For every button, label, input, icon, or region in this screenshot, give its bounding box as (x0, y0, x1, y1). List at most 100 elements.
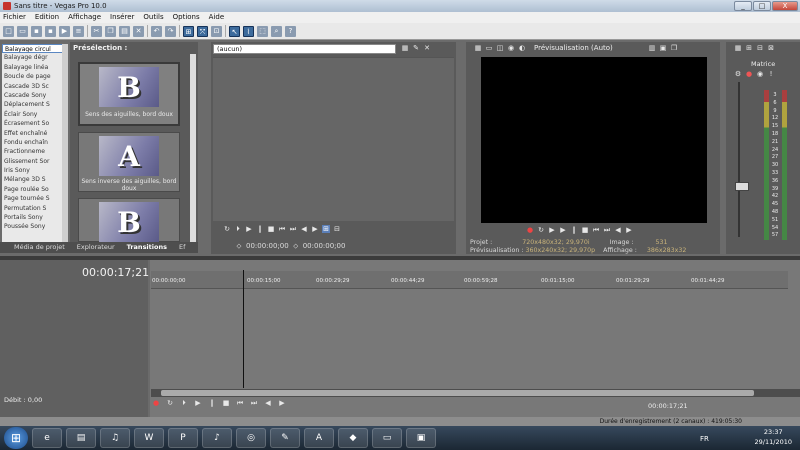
preset-thumbnail[interactable]: B Sens des aiguilles, bord doux (78, 62, 180, 126)
open-icon[interactable]: ▭ (17, 25, 28, 37)
list-item[interactable]: Fondu enchaîn (2, 138, 65, 147)
timeline-scrollbar[interactable] (151, 389, 800, 397)
normal-edit-icon[interactable]: ↖ (229, 25, 240, 37)
menu-fichier[interactable]: Fichier (3, 12, 26, 23)
media-icon[interactable]: ♫ (100, 428, 130, 448)
stop-icon[interactable]: ■ (222, 399, 230, 407)
go-start-icon[interactable]: ⏮ (592, 226, 600, 234)
stop-icon[interactable]: ■ (267, 225, 275, 233)
add-to-timeline-icon[interactable]: ⊞ (322, 225, 330, 233)
copy-icon[interactable]: ❐ (105, 25, 116, 37)
selection-edit-icon[interactable]: ⬚ (257, 25, 268, 37)
tab-explorateur[interactable]: Explorateur (77, 242, 115, 253)
play-icon[interactable]: ▶ (194, 399, 202, 407)
list-item[interactable]: Cascade Sony (2, 91, 65, 100)
list-item[interactable]: Balayage dégr (2, 53, 65, 62)
preset-thumbnail[interactable]: B (78, 198, 180, 242)
master-settings-icon[interactable]: ⚙ (734, 70, 742, 78)
play-icon[interactable]: ▶ (245, 225, 253, 233)
rewind-icon[interactable]: ◀ (300, 225, 308, 233)
prev-frame-icon[interactable]: ◀ (614, 226, 622, 234)
menu-edition[interactable]: Edition (35, 12, 59, 23)
render-icon[interactable]: ▶ (59, 25, 70, 37)
clock[interactable]: 23:37 29/11/2010 (755, 427, 792, 447)
cut-icon[interactable]: ✂ (91, 25, 102, 37)
master-record-icon[interactable]: ● (745, 70, 753, 78)
vegas-icon[interactable]: ▣ (406, 428, 436, 448)
menu-inserer[interactable]: Insérer (110, 12, 134, 23)
preselection-scrollbar[interactable] (190, 54, 196, 242)
timeline-ruler[interactable]: 00:00:00;00 00:00:15;00 00:00:29;29 00:0… (151, 271, 788, 289)
delete-icon[interactable]: ✕ (133, 25, 144, 37)
timeline-scroll-thumb[interactable] (161, 390, 754, 396)
itunes-icon[interactable]: ♪ (202, 428, 232, 448)
pause-icon[interactable]: ‖ (256, 225, 264, 233)
list-item[interactable]: Glissement Sor (2, 157, 65, 166)
menu-options[interactable]: Options (173, 12, 200, 23)
preview-view-icon[interactable]: ▥ (648, 44, 656, 52)
master-monitor-icon[interactable]: ◉ (756, 70, 764, 78)
record-icon[interactable]: ● (526, 226, 534, 234)
stop-icon[interactable]: ■ (581, 226, 589, 234)
list-item[interactable]: Permutation S (2, 204, 65, 213)
next-frame-icon[interactable]: ⏭ (289, 225, 297, 233)
properties-icon[interactable]: ≡ (73, 25, 84, 37)
folder-icon[interactable]: ▭ (372, 428, 402, 448)
master-fx-icon[interactable]: ⊞ (745, 44, 753, 52)
record-icon[interactable]: ● (152, 399, 160, 407)
tab-transitions[interactable]: Transitions (127, 242, 167, 253)
prev-frame-icon[interactable]: ⏮ (278, 225, 286, 233)
acrobat-icon[interactable]: A (304, 428, 334, 448)
word-icon[interactable]: W (134, 428, 164, 448)
go-end-icon[interactable]: ⏭ (603, 226, 611, 234)
list-item[interactable]: Cascade 3D Sc (2, 82, 65, 91)
go-end-icon[interactable]: ⏭ (250, 399, 258, 407)
chrome-icon[interactable]: ◎ (236, 428, 266, 448)
trimmer-area[interactable] (213, 57, 454, 221)
menu-outils[interactable]: Outils (143, 12, 163, 23)
mark-out-icon[interactable]: ⬦ (292, 242, 300, 250)
play-alt-icon[interactable]: ▶ (559, 226, 567, 234)
tab-effets[interactable]: Ef (179, 242, 185, 253)
ie-icon[interactable]: e (32, 428, 62, 448)
master-fader-knob[interactable] (735, 182, 749, 191)
unknown-icon[interactable]: ◆ (338, 428, 368, 448)
help-icon[interactable]: ? (285, 25, 296, 37)
auto-ripple-icon[interactable]: ⤧ (197, 25, 208, 37)
trimmer-tools-icon[interactable]: ✎ (412, 44, 420, 52)
master-info-icon[interactable]: ! (767, 70, 775, 78)
paint-icon[interactable]: ✎ (270, 428, 300, 448)
preview-split-icon[interactable]: ◫ (496, 44, 504, 52)
menu-affichage[interactable]: Affichage (68, 12, 101, 23)
list-item[interactable]: Fractionneme (2, 147, 65, 156)
master-mute-icon[interactable]: ⊟ (756, 44, 764, 52)
save-as-icon[interactable]: ▪ (45, 25, 56, 37)
trimmer-properties-icon[interactable]: ▦ (401, 44, 409, 52)
loop-icon[interactable]: ↻ (537, 226, 545, 234)
master-solo-icon[interactable]: ⊠ (767, 44, 775, 52)
list-item[interactable]: Éclair Sony (2, 110, 65, 119)
pause-icon[interactable]: ‖ (570, 226, 578, 234)
trimmer-close-icon[interactable]: ✕ (423, 44, 431, 52)
preview-props-icon[interactable]: ▦ (474, 44, 482, 52)
transitions-list-scrollbar[interactable] (62, 44, 68, 242)
powerpoint-icon[interactable]: P (168, 428, 198, 448)
tab-media-projet[interactable]: Média de projet (14, 242, 65, 253)
list-item[interactable]: Balayage circul (2, 44, 65, 54)
play-from-start-icon[interactable]: ⏵ (180, 399, 188, 407)
preview-device-icon[interactable]: ▭ (485, 44, 493, 52)
trimmer-media-select[interactable]: (aucun) (213, 44, 396, 54)
forward-icon[interactable]: ▶ (311, 225, 319, 233)
master-props-icon[interactable]: ▦ (734, 44, 742, 52)
explorer-icon[interactable]: ▤ (66, 428, 96, 448)
list-item[interactable]: Déplacement S (2, 100, 65, 109)
loop-icon[interactable]: ↻ (166, 399, 174, 407)
list-item[interactable]: Balayage linéa (2, 63, 65, 72)
preview-mode-icon[interactable]: ◐ (518, 44, 526, 52)
timeline-cursor[interactable] (243, 270, 244, 388)
list-item[interactable]: Effet enchaîné (2, 129, 65, 138)
list-item[interactable]: Portails Sony (2, 213, 65, 222)
list-item[interactable]: Page tournée S (2, 194, 65, 203)
lock-envelopes-icon[interactable]: ⊡ (211, 25, 222, 37)
list-item[interactable]: Boucle de page (2, 72, 65, 81)
